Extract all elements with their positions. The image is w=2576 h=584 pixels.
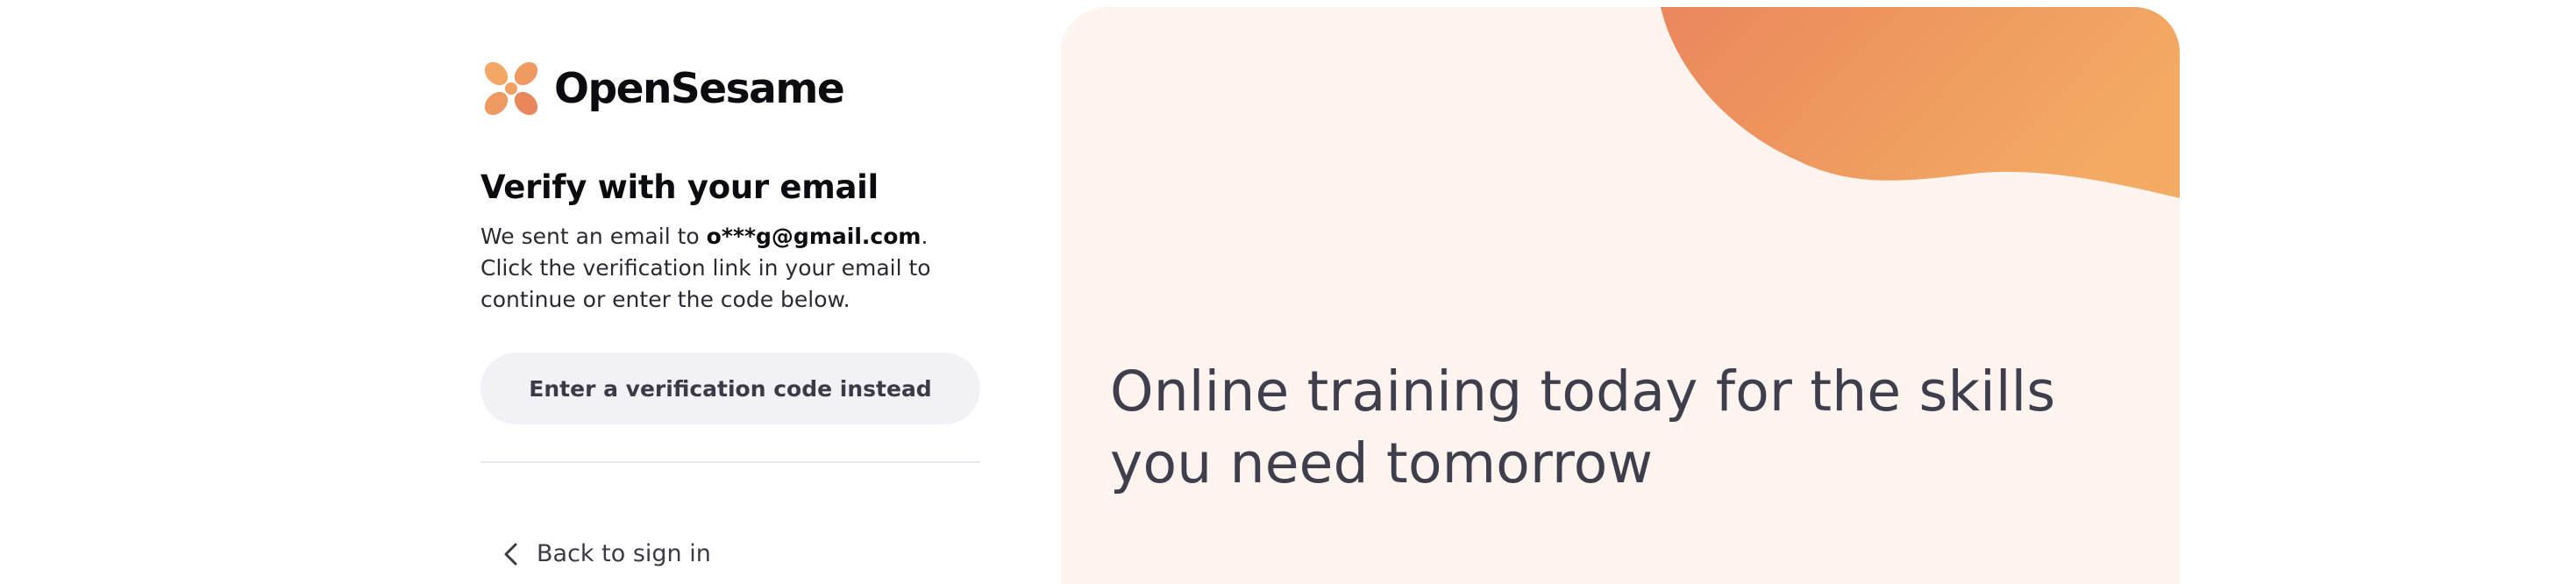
opensesame-logo-icon	[484, 61, 538, 116]
hero-headline: Online training today for the skills you…	[1110, 360, 2056, 495]
brand-header: OpenSesame	[480, 58, 980, 119]
back-to-sign-in-link[interactable]: Back to sign in	[502, 540, 711, 567]
enter-verification-code-button[interactable]: Enter a verification code instead	[480, 353, 980, 424]
desc-prefix: We sent an email to	[480, 224, 707, 249]
brand-name: OpenSesame	[554, 64, 845, 113]
verify-email-page: OpenSesame Verify with your email We sen…	[0, 0, 2576, 584]
hero-decorative-blob	[1661, 7, 2180, 198]
desc-period: .	[921, 224, 929, 249]
desc-rest: Click the verification link in your emai…	[480, 255, 931, 312]
verify-description: We sent an email to o***g@gmail.com. Cli…	[480, 221, 980, 316]
back-to-sign-in-label: Back to sign in	[537, 540, 711, 567]
chevron-left-icon	[504, 543, 517, 565]
page-title: Verify with your email	[480, 168, 879, 206]
section-divider	[480, 461, 980, 463]
masked-email: o***g@gmail.com	[706, 224, 922, 249]
verify-form-panel: OpenSesame Verify with your email We sen…	[480, 58, 980, 567]
hero-panel: Online training today for the skills you…	[1061, 7, 2180, 584]
